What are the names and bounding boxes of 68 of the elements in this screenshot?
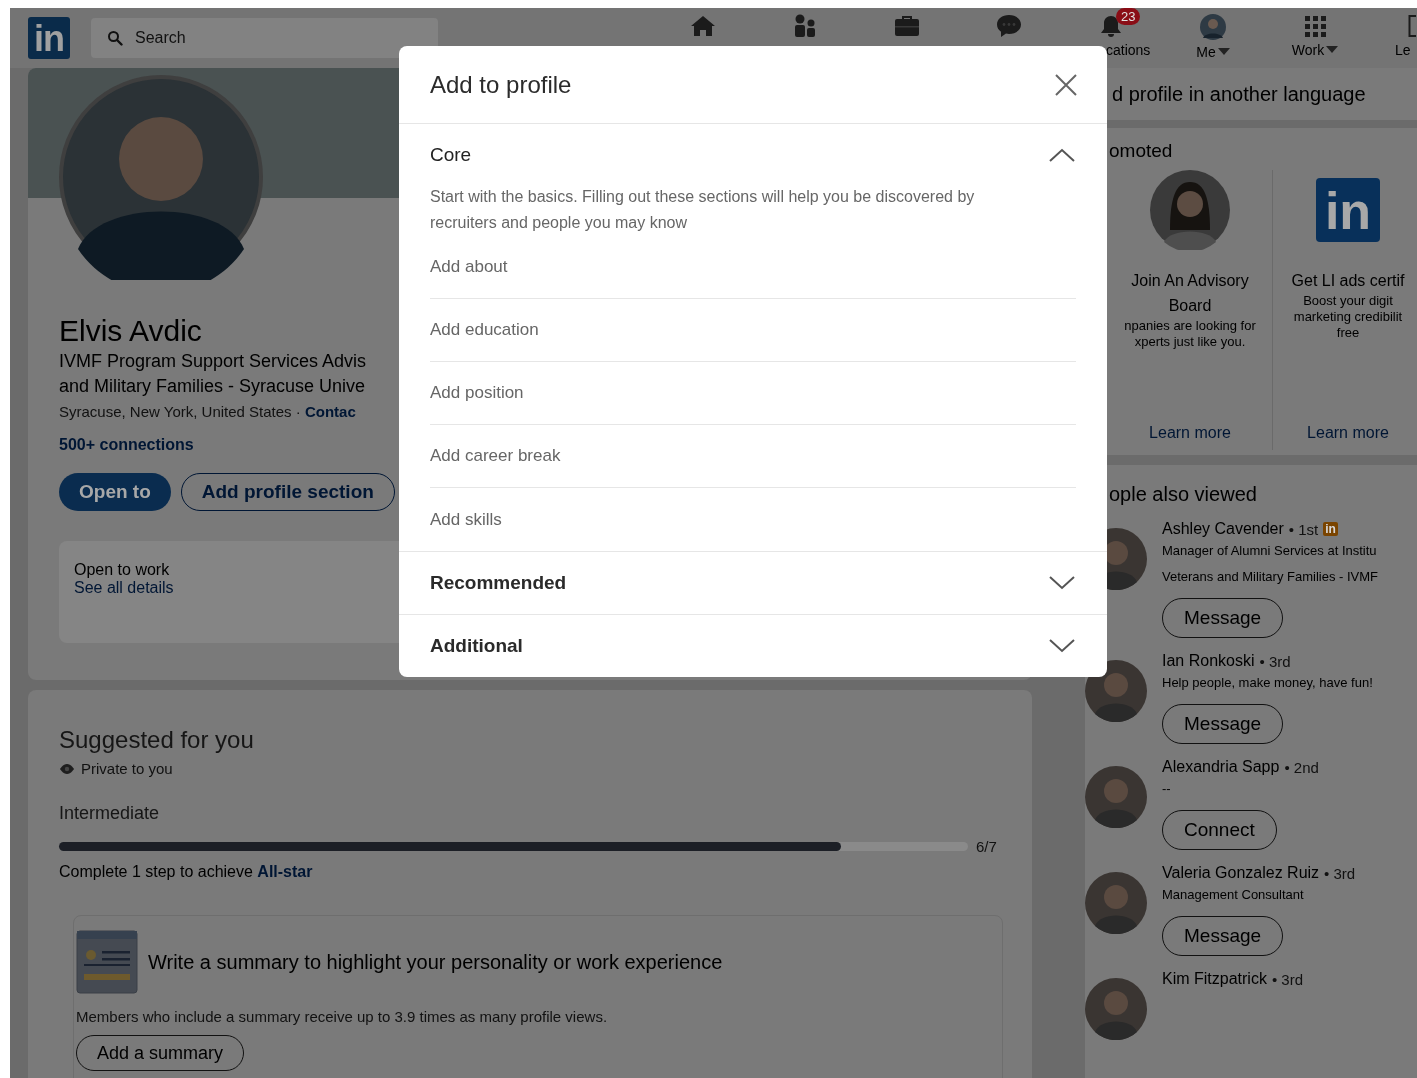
person-headline: Manager of Alumni Services at Institu (1162, 542, 1378, 560)
suggestion-title: Write a summary to highlight your personality or work experience (148, 950, 723, 974)
add-section-item[interactable]: Add position (430, 362, 1076, 425)
member-badge: in (1323, 522, 1338, 536)
privacy-note: Private to you (81, 760, 173, 777)
nav-label[interactable]: cations (1106, 42, 1151, 58)
contact-info-link[interactable]: Contac (304, 403, 356, 420)
ad-title: Join An Advisory Board (1131, 271, 1249, 316)
hint-text: Complete 1 step to achieve All-star (59, 863, 314, 881)
person-headline: -- (1162, 780, 1172, 798)
section-title: omoted (1108, 140, 1174, 162)
person-name[interactable]: Valeria Gonzalez Ruiz (1162, 864, 1320, 882)
section-title: ople also viewed (1108, 483, 1258, 506)
section-header[interactable]: Recommended (430, 552, 1076, 614)
language-link[interactable]: d profile in another language (1112, 82, 1366, 106)
connections-link[interactable]: 500+ connections (59, 435, 194, 455)
connection-degree: • 1st (1288, 520, 1319, 538)
chat-icon[interactable] (996, 14, 1022, 38)
profile-summary-icon (76, 930, 138, 994)
add-section-item[interactable]: Add skills (430, 488, 1076, 551)
dialog-title: Add to profile (430, 70, 572, 99)
home-icon[interactable] (690, 14, 716, 38)
location-text: Syracuse, New York, United States · Contac (59, 402, 356, 422)
logo[interactable]: in (28, 17, 70, 59)
nav-label[interactable]: Le (1395, 42, 1411, 58)
person-name[interactable]: Alexandria Sapp (1162, 758, 1280, 776)
ad-text: Boost your digit marketing credibilit free (1293, 293, 1403, 341)
search-icon (107, 30, 123, 46)
logo: in (1316, 178, 1380, 242)
learn-more-link[interactable]: Learn more (1149, 424, 1231, 450)
section-title: Suggested for you (59, 726, 255, 754)
progress-reading: 6/7 (976, 838, 997, 855)
add-section-item[interactable]: Add education (430, 299, 1076, 362)
person-headline: Help people, make money, have fun! (1162, 674, 1373, 692)
learn-more-link[interactable]: Learn more (1307, 424, 1389, 450)
profile-name: Elvis Avdic (59, 313, 202, 349)
nav-label[interactable]: Work (1291, 42, 1339, 58)
briefcase-icon[interactable] (894, 14, 920, 38)
section-description: Start with the basics. Filling out these sections will help you be discovered by recruiters and people you may know (430, 187, 976, 233)
notification-badge: 23 (1116, 8, 1141, 25)
person-name[interactable]: Ian Ronkoski (1162, 652, 1255, 670)
connection-degree: • 3rd (1259, 652, 1291, 670)
grid-icon[interactable] (1303, 14, 1327, 38)
level-name: Intermediate (59, 803, 161, 824)
eye-icon (59, 762, 75, 775)
search-field[interactable]: Search (91, 18, 438, 58)
section-header[interactable]: Core (430, 124, 1076, 186)
open-to-work-title: Open to work (74, 561, 171, 579)
headline-text: and Military Families - Syracuse Unive (59, 375, 366, 398)
add-section-item[interactable]: Add career break (430, 425, 1076, 488)
connection-degree: • 3rd (1324, 864, 1356, 882)
section-header[interactable]: Additional (430, 615, 1076, 677)
connection-degree: • 3rd (1271, 970, 1303, 988)
suggestion-text: Members who include a summary receive up to 3.9 times as many profile views. (76, 1008, 609, 1025)
person-name[interactable]: Ashley Cavender (1162, 520, 1284, 538)
profile-button[interactable]: Open to (59, 473, 171, 511)
person-headline: Veterans and Military Families - IVMF (1162, 568, 1378, 586)
connection-degree: • 2nd (1284, 758, 1319, 776)
add-section-item[interactable]: Add about (430, 236, 1076, 299)
close-icon[interactable] (1055, 73, 1077, 96)
headline-text: IVMF Program Support Services Advis (59, 350, 367, 373)
person-name[interactable]: Kim Fitzpatrick (1162, 970, 1267, 988)
people-icon[interactable] (792, 14, 818, 38)
nav-label[interactable]: Me (1196, 44, 1230, 60)
person-headline: Management Consultant (1162, 886, 1305, 904)
ad-text: npanies are looking for xperts just like you. (1124, 318, 1256, 350)
ad-title: Get LI ads certif (1291, 271, 1405, 291)
all-star-link[interactable]: All-star (257, 863, 313, 880)
